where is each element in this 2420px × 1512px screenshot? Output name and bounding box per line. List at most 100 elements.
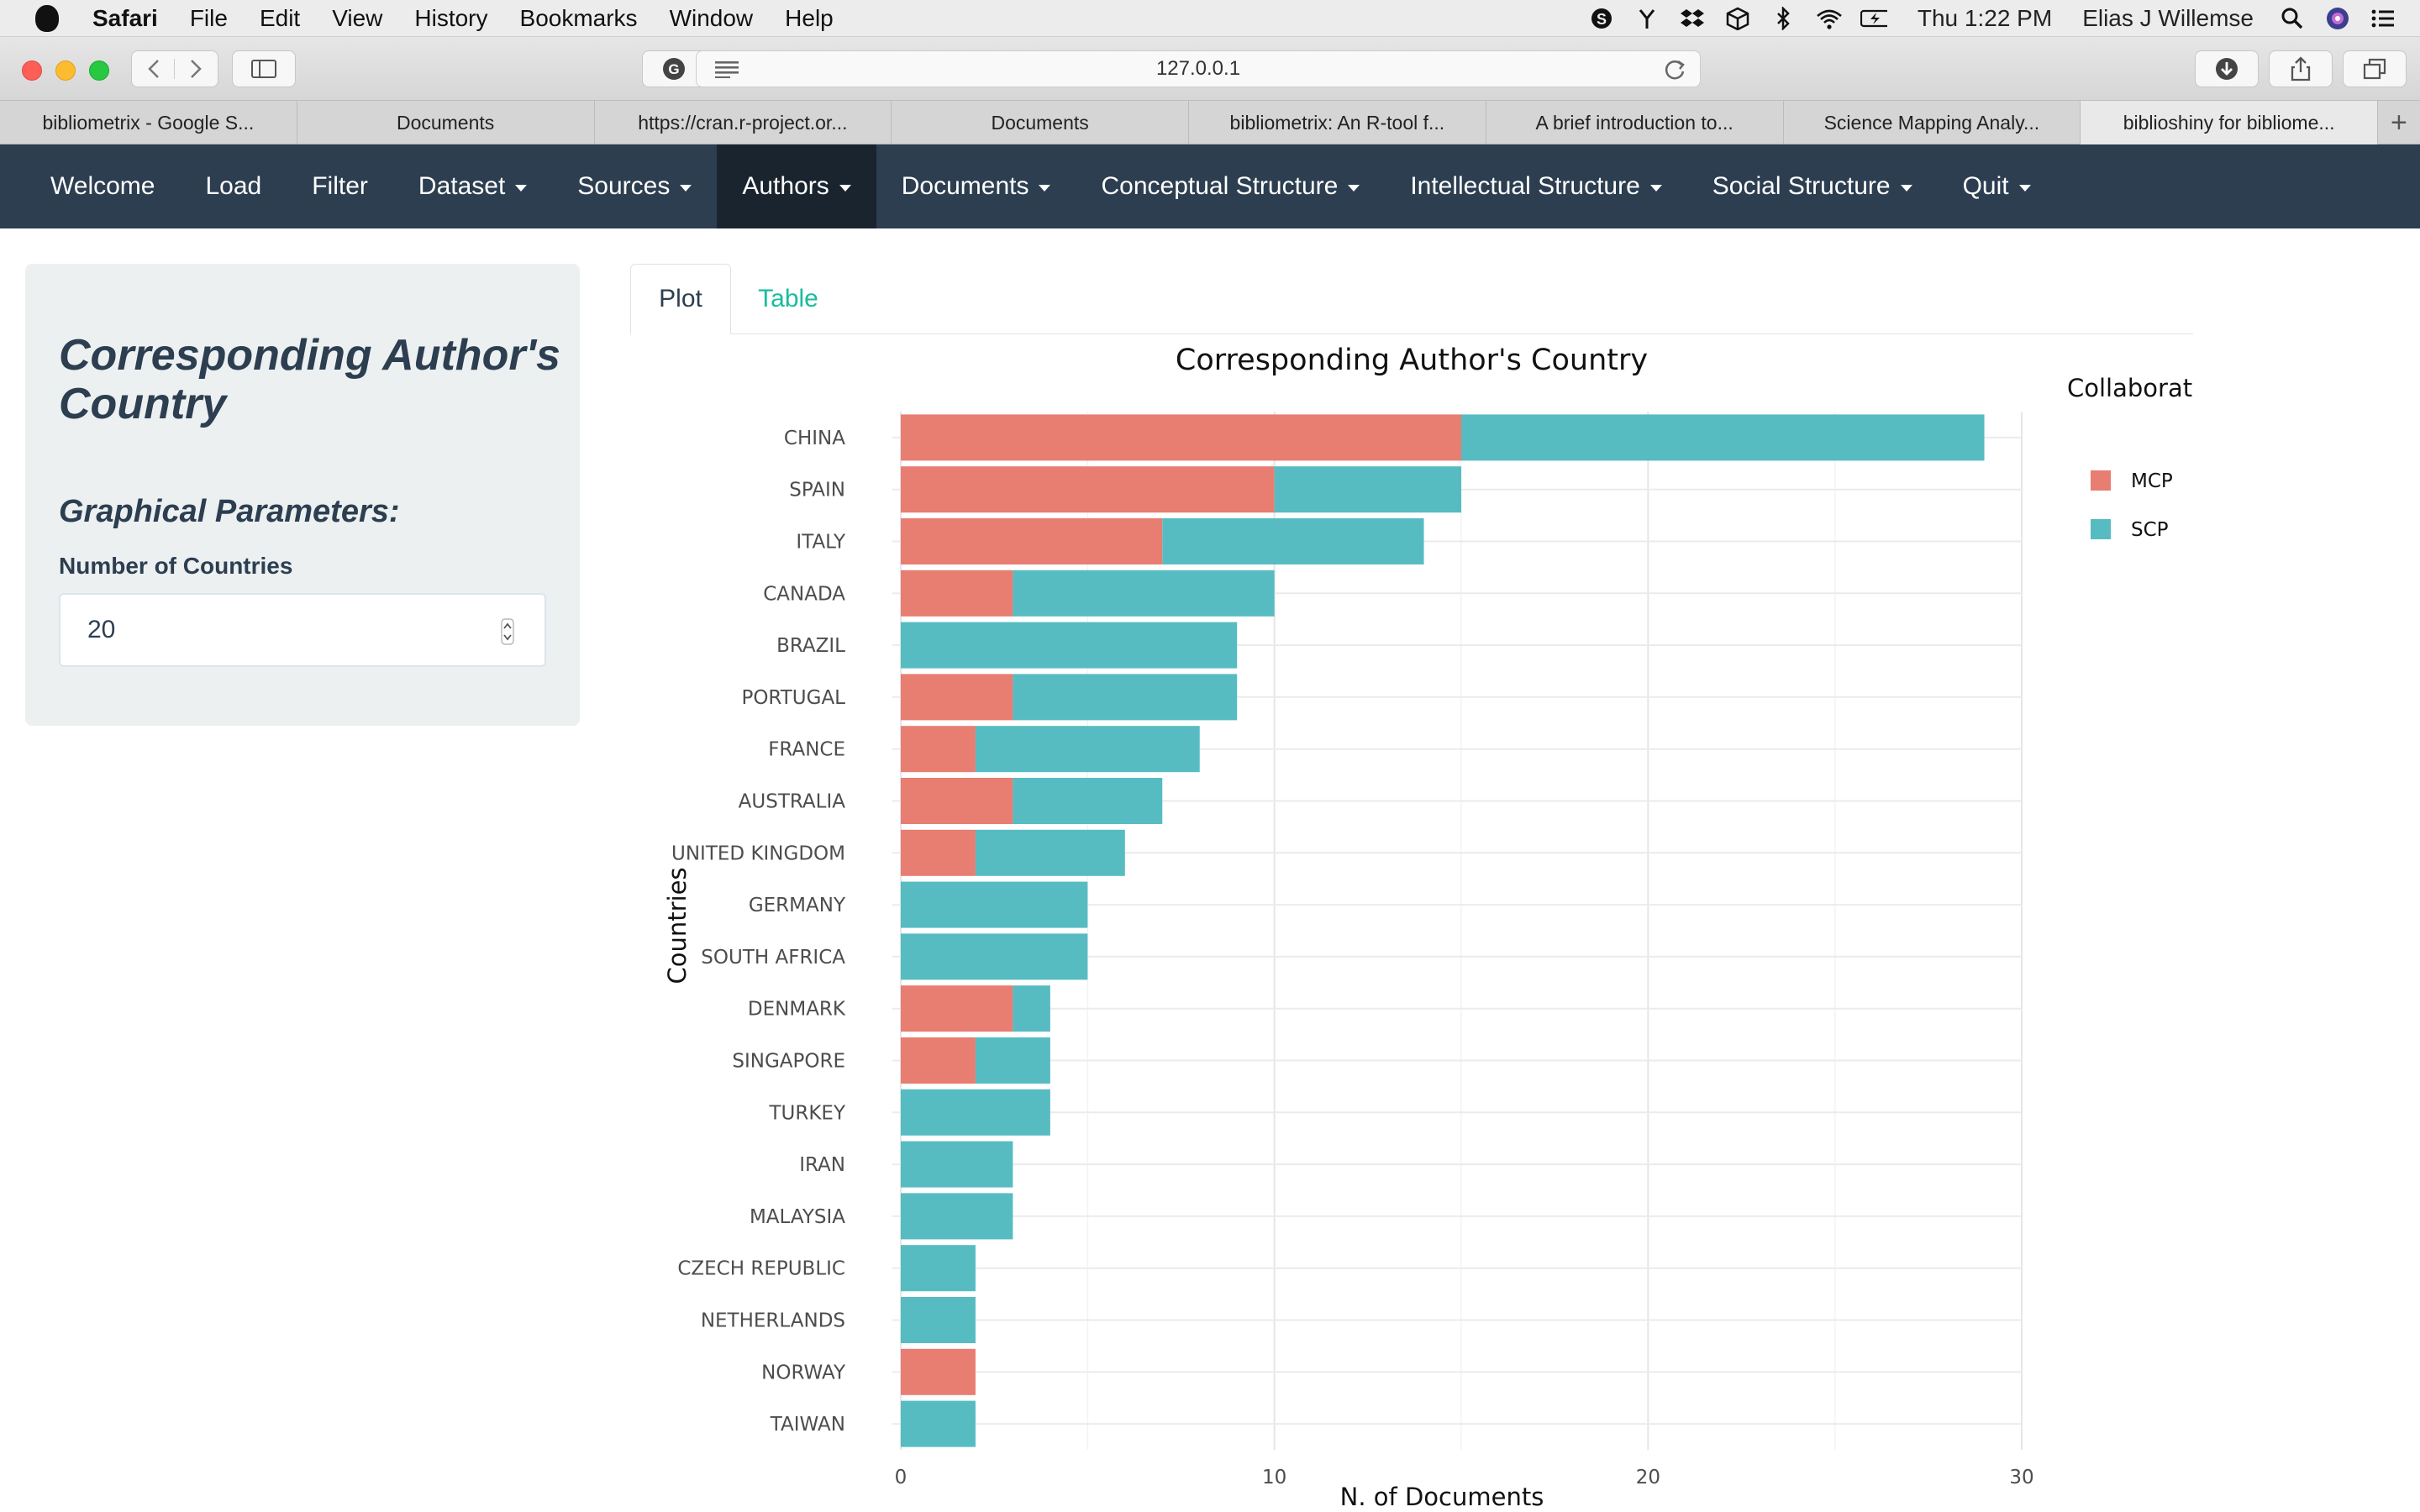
reader-view-icon[interactable] bbox=[715, 60, 739, 84]
bar-mcp bbox=[901, 518, 1163, 564]
menu-history[interactable]: History bbox=[414, 5, 487, 32]
bar-scp bbox=[901, 1193, 1013, 1240]
nav-item-label: Sources bbox=[577, 172, 671, 200]
spotlight-search-icon[interactable] bbox=[2279, 6, 2306, 31]
menu-app-name[interactable]: Safari bbox=[92, 5, 158, 32]
nav-quit[interactable]: Quit bbox=[1938, 144, 2056, 228]
nav-item-label: Filter bbox=[312, 172, 368, 200]
bar-scp bbox=[1013, 985, 1050, 1032]
bar-mcp bbox=[901, 674, 1013, 721]
countries-bar-chart: CHINA SPAIN ITALY CANADA BRAZIL PORTUGAL FRANC… bbox=[663, 344, 2192, 1511]
sidebar-icon bbox=[251, 60, 276, 78]
browser-tab[interactable]: https://cran.r-project.or... bbox=[595, 101, 892, 144]
show-all-tabs-button[interactable] bbox=[2343, 50, 2407, 87]
share-icon bbox=[2291, 56, 2311, 81]
nav-load[interactable]: Load bbox=[180, 144, 287, 228]
sidebar-toggle-button[interactable] bbox=[232, 50, 296, 87]
new-tab-button[interactable]: + bbox=[2378, 101, 2420, 144]
x-tick-label: 30 bbox=[2009, 1467, 2033, 1488]
number-of-countries-input[interactable]: 20 bbox=[59, 593, 546, 667]
menu-help[interactable]: Help bbox=[785, 5, 834, 32]
y-tick-label: SOUTH AFRICA bbox=[701, 947, 845, 969]
browser-tab[interactable]: Science Mapping Analy... bbox=[1784, 101, 2081, 144]
menubar-user[interactable]: Elias J Willemse bbox=[2082, 5, 2254, 32]
browser-tab[interactable]: A brief introduction to... bbox=[1486, 101, 1784, 144]
menu-view[interactable]: View bbox=[332, 5, 382, 32]
legend-title: Collaborat bbox=[2067, 374, 2192, 402]
y-tick-label: CANADA bbox=[763, 583, 845, 605]
legend-swatch-mcp bbox=[2091, 470, 2111, 491]
menu-window[interactable]: Window bbox=[670, 5, 754, 32]
browser-tab[interactable]: Documents bbox=[297, 101, 595, 144]
output-tabs: Plot Table bbox=[630, 264, 2193, 334]
caret-down-icon bbox=[515, 185, 528, 192]
number-of-countries-value: 20 bbox=[87, 616, 116, 643]
y-tick-label: GERMANY bbox=[749, 895, 846, 916]
bluetooth-icon[interactable] bbox=[1770, 6, 1797, 31]
fork-icon[interactable] bbox=[1634, 6, 1660, 31]
back-icon[interactable] bbox=[133, 59, 175, 79]
browser-tab[interactable]: bibliometrix - Google S... bbox=[0, 101, 297, 144]
bar-mcp bbox=[901, 570, 1013, 617]
skype-icon[interactable]: S bbox=[1588, 6, 1615, 31]
menu-edit[interactable]: Edit bbox=[260, 5, 300, 32]
bar-scp bbox=[901, 622, 1238, 669]
menubar-clock[interactable]: Thu 1:22 PM bbox=[1918, 5, 2052, 32]
y-tick-label: UNITED KINGDOM bbox=[671, 843, 845, 864]
bar-scp bbox=[901, 881, 1088, 928]
caret-down-icon bbox=[1039, 185, 1051, 192]
browser-tab[interactable]: Documents bbox=[892, 101, 1189, 144]
nav-filter[interactable]: Filter bbox=[287, 144, 393, 228]
share-button[interactable] bbox=[2269, 50, 2333, 87]
nav-authors[interactable]: Authors bbox=[717, 144, 876, 228]
y-tick-label: PORTUGAL bbox=[741, 687, 845, 709]
downloads-button[interactable] bbox=[2195, 50, 2259, 87]
nav-item-label: Social Structure bbox=[1712, 172, 1891, 200]
menu-bookmarks[interactable]: Bookmarks bbox=[520, 5, 638, 32]
nav-item-label: Load bbox=[205, 172, 262, 200]
box-icon[interactable] bbox=[1724, 6, 1751, 31]
y-tick-label: NORWAY bbox=[761, 1362, 846, 1383]
bar-scp bbox=[1162, 518, 1424, 564]
minimize-window-button[interactable] bbox=[55, 60, 76, 81]
nav-welcome[interactable]: Welcome bbox=[25, 144, 180, 228]
y-tick-label: TURKEY bbox=[768, 1102, 845, 1124]
menu-file[interactable]: File bbox=[190, 5, 228, 32]
nav-documents[interactable]: Documents bbox=[876, 144, 1076, 228]
nav-dataset[interactable]: Dataset bbox=[393, 144, 552, 228]
y-tick-label: DENMARK bbox=[748, 999, 846, 1021]
url-text: 127.0.0.1 bbox=[1155, 57, 1241, 80]
bar-mcp bbox=[901, 1348, 976, 1395]
nav-conceptual-structure[interactable]: Conceptual Structure bbox=[1076, 144, 1385, 228]
siri-icon[interactable] bbox=[2324, 6, 2351, 31]
bar-mcp bbox=[901, 985, 1013, 1032]
bar-mcp bbox=[901, 1037, 976, 1084]
nav-item-label: Documents bbox=[901, 172, 1029, 200]
wifi-icon[interactable] bbox=[1815, 6, 1842, 31]
number-stepper-icon[interactable] bbox=[501, 618, 514, 645]
notification-center-icon[interactable] bbox=[2370, 6, 2396, 31]
y-tick-label: AUSTRALIA bbox=[739, 791, 846, 813]
bar-scp bbox=[901, 1245, 976, 1292]
address-bar[interactable]: 127.0.0.1 bbox=[696, 50, 1701, 87]
forward-icon[interactable] bbox=[175, 59, 217, 79]
zoom-window-button[interactable] bbox=[89, 60, 109, 81]
browser-tab[interactable]: biblioshiny for bibliome... bbox=[2081, 101, 2378, 144]
browser-tab[interactable]: bibliometrix: An R-tool f... bbox=[1189, 101, 1486, 144]
close-window-button[interactable] bbox=[22, 60, 42, 81]
dropbox-icon[interactable] bbox=[1679, 6, 1706, 31]
browser-toolbar: G 127.0.0.1 bbox=[0, 37, 2420, 101]
tab-table[interactable]: Table bbox=[734, 264, 842, 334]
nav-intellectual-structure[interactable]: Intellectual Structure bbox=[1385, 144, 1686, 228]
tab-plot[interactable]: Plot bbox=[630, 264, 731, 334]
bar-mcp bbox=[901, 726, 976, 773]
nav-sources[interactable]: Sources bbox=[552, 144, 717, 228]
tabs-overview-icon bbox=[2363, 58, 2386, 80]
nav-social-structure[interactable]: Social Structure bbox=[1687, 144, 1938, 228]
os-menubar: Safari File Edit View History Bookmarks … bbox=[0, 0, 2420, 37]
nav-item-label: Welcome bbox=[50, 172, 155, 200]
bar-mcp bbox=[901, 466, 1275, 513]
reload-icon[interactable] bbox=[1663, 58, 1686, 87]
apple-logo-icon[interactable] bbox=[35, 4, 59, 32]
nav-item-label: Dataset bbox=[418, 172, 506, 200]
